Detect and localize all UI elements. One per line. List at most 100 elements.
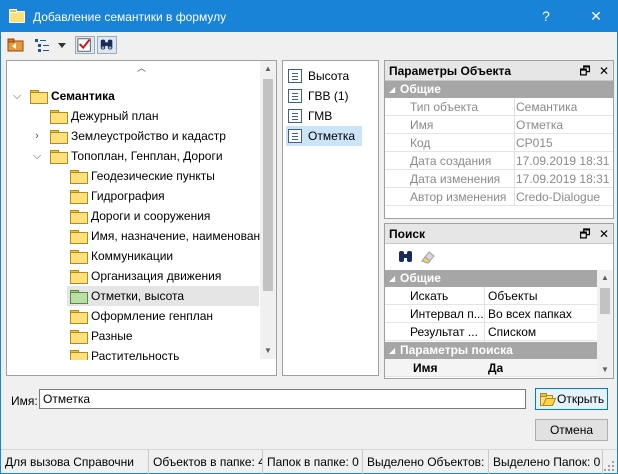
tree-item[interactable]: Дороги и сооружения — [7, 206, 261, 226]
object-params-header: Параметры Объекта 🗗 ✕ — [385, 61, 613, 81]
tree-item-label: Разные — [91, 329, 133, 343]
group-label: Общие — [400, 82, 441, 96]
tree-item[interactable]: ⌵ Топоплан, Генплан, Дороги — [7, 146, 261, 166]
param-value: Семантика — [516, 100, 578, 114]
folder-tree-panel: ︿ ⌵ Семантика Дежурный план › Землеустро… — [6, 60, 277, 376]
param-value[interactable]: Во всех папках — [488, 305, 572, 322]
binoculars-icon[interactable] — [97, 36, 117, 54]
scroll-up-icon[interactable]: ▲ — [597, 270, 613, 286]
tree-item[interactable]: Гидрография — [7, 186, 261, 206]
status-selected-folders: Выделено Папок: 0 — [489, 450, 603, 474]
tree-item[interactable]: Растительность — [7, 346, 261, 360]
search-param-row[interactable]: Результат ... Списком — [385, 323, 597, 341]
cancel-button[interactable]: Отмена — [535, 419, 608, 441]
tree-item[interactable]: Разные — [7, 326, 261, 346]
search-group-params[interactable]: ◢ Параметры поиска — [385, 342, 597, 359]
folder-up-icon[interactable] — [7, 36, 25, 54]
status-objects-count: Объектов в папке: 4 — [149, 450, 263, 474]
column-divider — [484, 287, 485, 342]
param-key: Тип объекта — [410, 100, 479, 114]
close-window-button[interactable]: ✕ — [581, 5, 611, 27]
tree-item[interactable]: Дежурный план — [7, 106, 261, 126]
close-panel-button[interactable]: ✕ — [596, 61, 612, 81]
folder-icon — [70, 250, 88, 264]
search-group-general[interactable]: ◢ Общие — [385, 270, 597, 287]
folder-icon — [70, 210, 88, 224]
dialog-window: Добавление семантики в формулу ? ✕ ︿ ⌵ С… — [0, 0, 618, 474]
checkmark-icon[interactable] — [75, 36, 95, 54]
param-key: Интервал п... — [410, 307, 484, 321]
semantic-item-icon — [288, 89, 302, 103]
search-param-row[interactable]: Интервал п... Во всех папках — [385, 305, 597, 323]
tree-item-label: Гидрография — [91, 189, 165, 203]
scrollbar-thumb[interactable] — [263, 79, 273, 291]
tree-item-selected[interactable]: Отметки, высота — [67, 286, 259, 306]
tree-item[interactable]: Геодезические пункты — [7, 166, 261, 186]
chevron-down-icon[interactable]: ⌵ — [11, 86, 23, 106]
window-title: Добавление семантики в формулу — [33, 10, 227, 24]
list-item[interactable]: ГВВ (1) — [286, 86, 366, 106]
search-scrollbar[interactable]: ▲ ▼ — [597, 270, 613, 378]
tree-item[interactable]: Организация движения — [7, 266, 261, 286]
group-general[interactable]: ◢ Общие — [385, 81, 613, 98]
view-mode-icon[interactable] — [33, 36, 55, 54]
tree-item-label: Дежурный план — [71, 109, 159, 123]
param-value: 17.09.2019 18:31 — [516, 172, 610, 186]
param-value: Credo-Dialogue — [516, 190, 601, 204]
scroll-up-indicator-icon: ︿ — [137, 63, 147, 73]
tree-scrollbar[interactable]: ▲ ▼ — [260, 61, 276, 359]
open-button[interactable]: Открыть — [535, 388, 608, 410]
tree-item[interactable]: Оформление генплан — [7, 306, 261, 326]
list-item-label: Отметка — [308, 129, 356, 143]
scroll-down-icon[interactable]: ▼ — [597, 362, 613, 378]
chevron-down-icon[interactable]: ⌵ — [31, 146, 43, 166]
search-panel: Поиск 🗗 ✕ ◢ Общие Искать Объекты Интерва… — [384, 223, 614, 379]
folder-icon — [70, 170, 88, 184]
scrollbar-thumb[interactable] — [600, 288, 610, 314]
list-item[interactable]: ГМВ — [286, 106, 366, 126]
tree-item[interactable]: Имя, назначение, наименован — [7, 226, 261, 246]
object-params-panel: Параметры Объекта 🗗 ✕ ◢ Общие Тип объект… — [384, 60, 614, 219]
binoculars-icon[interactable] — [397, 249, 415, 265]
param-row: Дата изменения 17.09.2019 18:31 — [385, 170, 613, 188]
chevron-down-icon[interactable]: ◢ — [389, 81, 395, 98]
undock-icon[interactable]: 🗗 — [577, 224, 593, 244]
tree-item-label: Дороги и сооружения — [91, 209, 211, 223]
folder-icon — [70, 230, 88, 244]
param-row: Автор изменения Credo-Dialogue — [385, 188, 613, 206]
param-value[interactable]: Списком — [488, 323, 536, 340]
chevron-down-icon[interactable]: ◢ — [389, 270, 395, 287]
folder-icon — [70, 330, 88, 344]
undock-icon[interactable]: 🗗 — [577, 61, 593, 81]
name-label: Имя: — [11, 394, 38, 408]
list-item-selected[interactable]: Отметка — [286, 126, 362, 146]
title-bar: Добавление семантики в формулу ? ✕ — [1, 1, 617, 32]
name-input[interactable]: Отметка — [39, 389, 526, 409]
object-params-title: Параметры Объекта — [389, 64, 512, 78]
tree-item-label: Отметки, высота — [91, 289, 185, 303]
tree-item[interactable]: Коммуникации — [7, 246, 261, 266]
chevron-down-icon[interactable]: ◢ — [389, 342, 395, 359]
list-item[interactable]: Высота — [286, 66, 366, 86]
resize-grip-icon[interactable] — [603, 460, 615, 472]
chevron-down-icon[interactable] — [57, 36, 67, 54]
folder-open-icon — [540, 393, 556, 406]
tree-item-label: Растительность — [91, 349, 180, 360]
list-item-label: ГВВ (1) — [308, 89, 349, 103]
folder-icon — [70, 270, 88, 284]
chevron-right-icon[interactable]: › — [31, 126, 43, 146]
tree-item[interactable]: › Землеустройство и кадастр — [7, 126, 261, 146]
search-param-row[interactable]: Искать Объекты — [385, 287, 597, 305]
column-divider — [514, 98, 515, 206]
tree-item-root[interactable]: ⌵ Семантика — [7, 86, 261, 106]
param-value: Отметка — [516, 118, 564, 132]
help-button[interactable]: ? — [531, 5, 561, 27]
scroll-down-icon[interactable]: ▼ — [260, 343, 276, 359]
close-panel-button[interactable]: ✕ — [596, 224, 612, 244]
status-folders-count: Папок в папке: 0 — [263, 450, 363, 474]
param-value[interactable]: Объекты — [488, 287, 538, 304]
scroll-up-icon[interactable]: ▲ — [260, 61, 276, 77]
folder-icon — [30, 90, 48, 104]
param-key: Код — [410, 136, 431, 150]
eraser-icon[interactable] — [419, 249, 437, 265]
